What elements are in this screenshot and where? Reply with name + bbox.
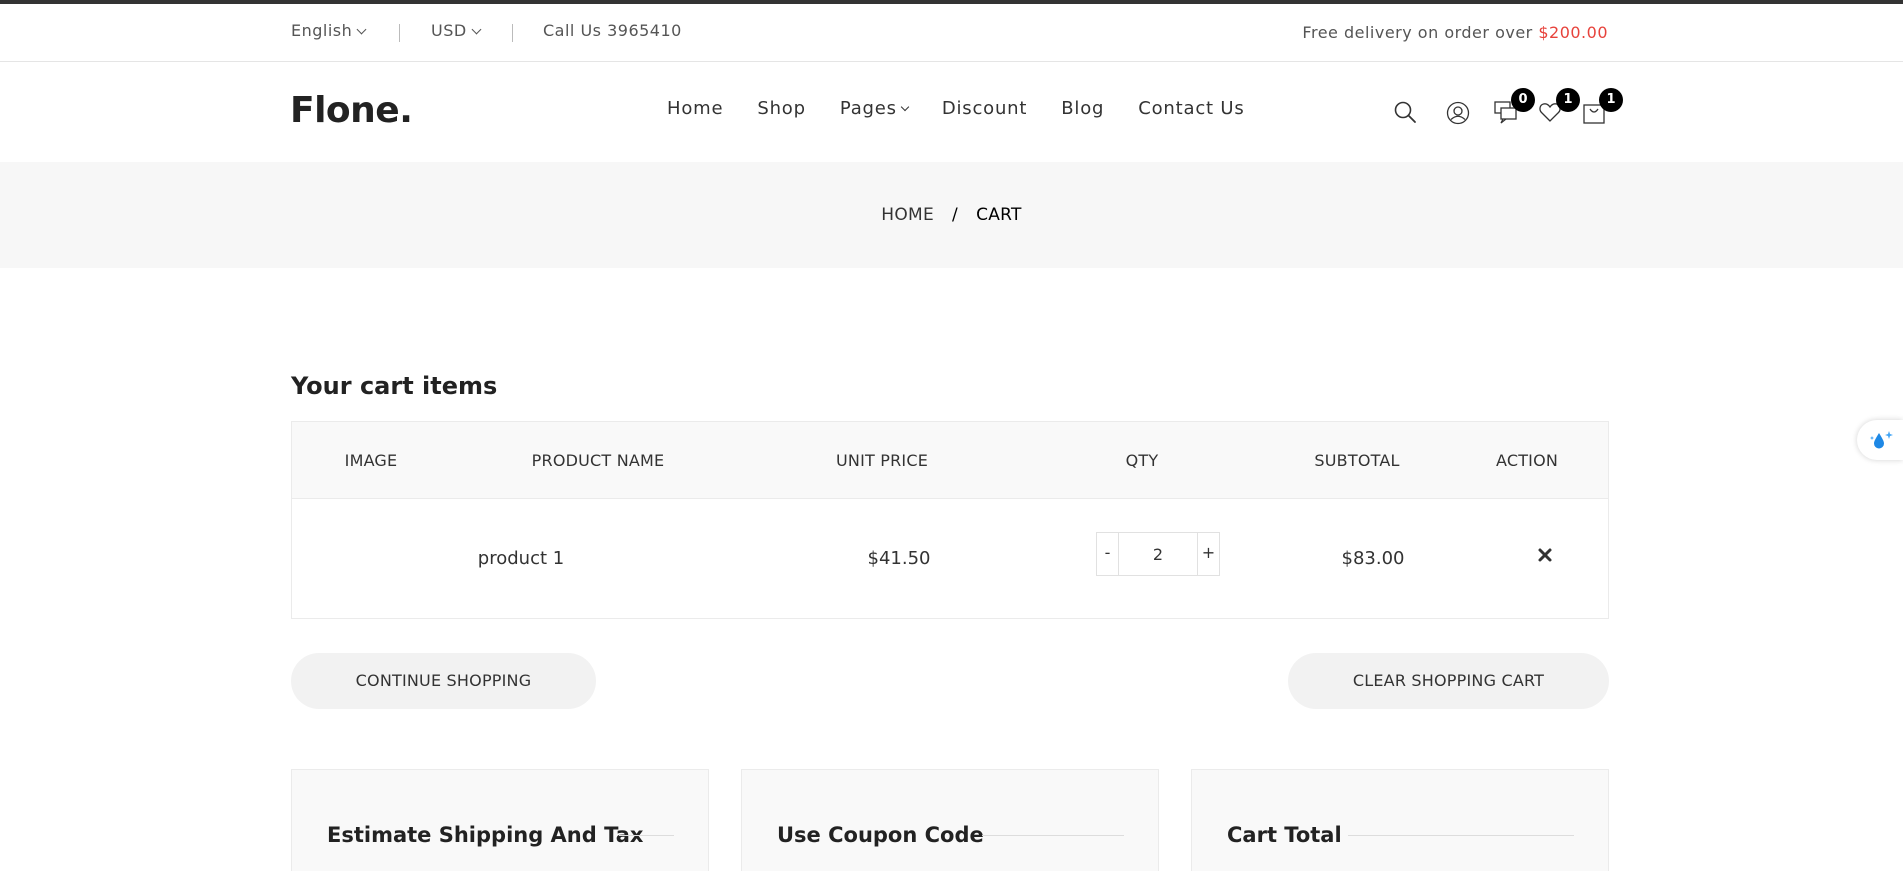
chevron-down-icon xyxy=(471,24,482,35)
nav-pages-label: Pages xyxy=(839,98,897,119)
breadcrumb-current: CART xyxy=(976,205,1022,225)
droplet-sparkle-icon xyxy=(1870,431,1893,449)
nav-pages[interactable]: Pages xyxy=(839,98,910,119)
column-header-unit-price: UNIT PRICE xyxy=(835,451,929,470)
breadcrumb-separator: / xyxy=(952,205,959,225)
divider xyxy=(399,24,400,42)
column-header-image: IMAGE xyxy=(344,451,398,470)
qty-increase-button[interactable]: + xyxy=(1197,533,1219,575)
wishlist-count-badge: 1 xyxy=(1556,88,1580,112)
title-divider xyxy=(1348,835,1574,836)
compare-count-badge: 0 xyxy=(1511,88,1535,112)
nav-discount[interactable]: Discount xyxy=(942,98,1027,119)
cart-title: Your cart items xyxy=(291,372,498,400)
language-label: English xyxy=(291,21,353,40)
currency-selector[interactable]: USD xyxy=(431,21,482,40)
shipping-tax-panel: Estimate Shipping And Tax xyxy=(291,769,709,871)
continue-shopping-button[interactable]: CONTINUE SHOPPING xyxy=(291,653,596,709)
title-divider xyxy=(619,835,674,836)
title-divider xyxy=(982,835,1124,836)
cart-total-title: Cart Total xyxy=(1227,823,1342,847)
language-selector[interactable]: English xyxy=(291,21,367,40)
call-us-text: Call Us 3965410 xyxy=(543,21,682,40)
coupon-title: Use Coupon Code xyxy=(777,823,984,847)
qty-input[interactable] xyxy=(1119,533,1197,575)
unit-price: $41.50 xyxy=(867,548,931,569)
user-icon[interactable] xyxy=(1446,101,1472,127)
column-header-subtotal: SUBTOTAL xyxy=(1314,451,1400,470)
clear-shopping-cart-button[interactable]: CLEAR SHOPPING CART xyxy=(1288,653,1609,709)
nav-contact[interactable]: Contact Us xyxy=(1138,98,1244,119)
nav-home[interactable]: Home xyxy=(667,98,723,119)
cart-table: IMAGE PRODUCT NAME UNIT PRICE QTY SUBTOT… xyxy=(291,421,1609,619)
search-icon[interactable] xyxy=(1393,100,1419,126)
main-header: Flone. Home Shop Pages Discount Blog Con… xyxy=(0,62,1903,162)
currency-label: USD xyxy=(431,21,467,40)
close-icon[interactable] xyxy=(1537,547,1553,563)
divider xyxy=(512,24,513,42)
header-top-bar: English USD Call Us 3965410 Free deliver… xyxy=(0,4,1903,62)
cart-table-header: IMAGE PRODUCT NAME UNIT PRICE QTY SUBTOT… xyxy=(292,422,1608,499)
quantity-stepper: - + xyxy=(1096,532,1220,576)
column-header-qty: QTY xyxy=(1125,451,1159,470)
main-nav: Home Shop Pages Discount Blog Contact Us xyxy=(667,98,1245,119)
coupon-panel: Use Coupon Code xyxy=(741,769,1159,871)
cart-total-panel: Cart Total xyxy=(1191,769,1609,871)
qty-decrease-button[interactable]: - xyxy=(1097,533,1119,575)
breadcrumb-home[interactable]: HOME xyxy=(881,205,934,225)
cart-count-badge: 1 xyxy=(1599,88,1623,112)
nav-shop[interactable]: Shop xyxy=(757,98,805,119)
free-delivery-notice: Free delivery on order over $200.00 xyxy=(1302,23,1608,42)
shipping-tax-title: Estimate Shipping And Tax xyxy=(327,823,644,847)
breadcrumb-area: HOME / CART xyxy=(0,162,1903,268)
subtotal: $83.00 xyxy=(1341,548,1405,569)
column-header-action: ACTION xyxy=(1495,451,1559,470)
side-widget-button[interactable] xyxy=(1857,420,1903,460)
column-header-product-name: PRODUCT NAME xyxy=(531,451,665,470)
site-logo[interactable]: Flone. xyxy=(290,90,413,131)
chevron-down-icon xyxy=(900,102,910,112)
breadcrumb: HOME / CART xyxy=(0,205,1903,225)
product-name[interactable]: product 1 xyxy=(478,548,564,569)
chevron-down-icon xyxy=(356,24,367,35)
nav-blog[interactable]: Blog xyxy=(1061,98,1104,119)
free-delivery-text: Free delivery on order over xyxy=(1302,23,1539,42)
free-delivery-amount: $200.00 xyxy=(1538,23,1608,42)
